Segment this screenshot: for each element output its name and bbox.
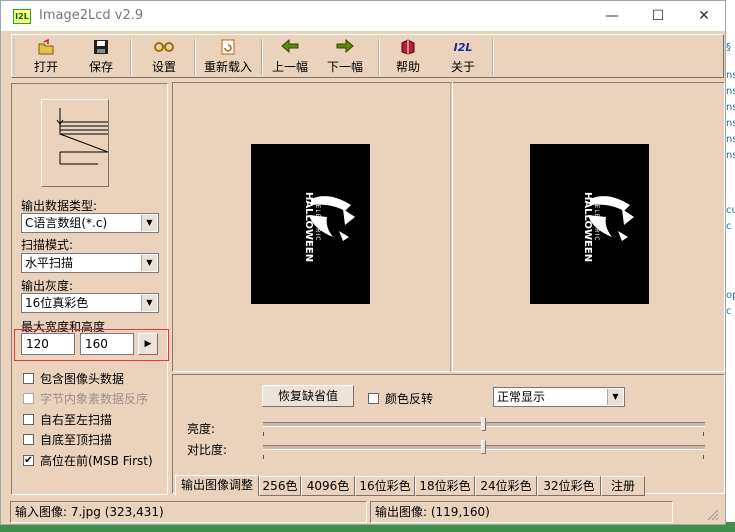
reload-icon <box>200 39 256 57</box>
contrast-slider-thumb[interactable] <box>481 440 486 454</box>
restore-defaults-button[interactable]: 恢复缺省值 <box>262 385 354 407</box>
prev-button[interactable]: 上一幅 <box>270 35 310 79</box>
display-mode-select[interactable]: 正常显示 ▼ <box>493 387 625 407</box>
save-button[interactable]: 保存 <box>81 35 121 79</box>
title-bar: I2L Image2Lcd v2.9 — ☐ ✕ <box>1 1 725 31</box>
brightness-label: 亮度: <box>187 422 216 436</box>
chevron-down-icon: ▼ <box>141 255 157 271</box>
chevron-down-icon: ▼ <box>607 389 623 405</box>
output-type-select[interactable]: C语言数组(*.c) ▼ <box>21 213 159 233</box>
toolbar-separator <box>261 39 263 75</box>
toolbar-separator <box>130 39 132 75</box>
output-type-label: 输出数据类型: <box>21 199 98 213</box>
brightness-slider-thumb[interactable] <box>481 417 486 431</box>
toolbar: 打开 保存 设置 重新载入 上一幅 下一幅 帮助 I2L 关于 <box>11 34 724 78</box>
toolbar-separator <box>194 39 196 75</box>
chevron-down-icon: ▼ <box>141 295 157 311</box>
about-logo-icon: I2L <box>453 41 473 54</box>
slider-tick <box>703 432 704 436</box>
toolbar-grip <box>13 39 15 75</box>
play-right-icon: ▶ <box>144 339 152 349</box>
option-checkbox-3[interactable] <box>23 434 34 445</box>
prev-label: 上一幅 <box>271 60 308 74</box>
scan-direction-preview <box>41 99 119 187</box>
chevron-down-icon: ▼ <box>141 215 157 231</box>
option-label-2: 自右至左扫描 <box>40 413 113 427</box>
app-icon: I2L <box>13 9 31 24</box>
about-label: 关于 <box>450 60 475 74</box>
reload-label: 重新载入 <box>203 60 252 74</box>
save-label: 保存 <box>88 60 113 74</box>
display-mode-value: 正常显示 <box>497 390 546 404</box>
help-label: 帮助 <box>395 60 420 74</box>
gray-label: 输出灰度: <box>21 279 74 293</box>
scan-pattern-icon <box>56 108 119 175</box>
pumpkin-face-icon <box>588 196 634 241</box>
next-label: 下一幅 <box>326 60 363 74</box>
option-label-4: 高位在前(MSB First) <box>40 454 153 468</box>
open-button[interactable]: 打开 <box>26 35 66 79</box>
scan-mode-select[interactable]: 水平扫描 ▼ <box>21 253 159 273</box>
arrow-left-icon <box>270 38 310 57</box>
option-checkbox-0[interactable] <box>23 373 34 384</box>
open-label: 打开 <box>33 60 58 74</box>
slider-tick <box>263 432 264 436</box>
tab-18bit-color[interactable]: 18位彩色 <box>415 476 475 496</box>
window-title: Image2Lcd v2.9 <box>39 8 144 23</box>
max-width-input[interactable]: 120 <box>21 333 75 355</box>
status-output-image: 输出图像: (119,160) <box>370 501 673 523</box>
option-checkbox-2[interactable] <box>23 414 34 425</box>
option-checkbox-1 <box>23 393 34 404</box>
gray-select[interactable]: 16位真彩色 ▼ <box>21 293 159 313</box>
preview-splitter[interactable] <box>450 82 453 372</box>
toolbar-separator <box>378 39 380 75</box>
resize-grip-icon[interactable] <box>705 507 719 521</box>
slider-tick <box>703 455 704 459</box>
output-image-preview: ELECTRIC HALLOWEEN <box>530 144 649 304</box>
invert-color-label: 颜色反转 <box>385 392 434 406</box>
tab-output-adjust[interactable]: 输出图像调整 <box>175 475 259 496</box>
help-button[interactable]: 帮助 <box>388 35 428 79</box>
glasses-icon <box>144 39 184 57</box>
option-label-0: 包含图像头数据 <box>40 372 125 386</box>
tab-24bit-color[interactable]: 24位彩色 <box>475 476 537 496</box>
output-type-value: C语言数组(*.c) <box>25 216 108 230</box>
scan-mode-value: 水平扫描 <box>25 256 74 270</box>
pumpkin-face-icon <box>309 196 355 241</box>
input-image-preview: ELECTRIC HALLOWEEN <box>251 144 370 304</box>
toolbar-separator <box>492 39 494 75</box>
apply-size-button[interactable]: ▶ <box>138 333 158 355</box>
option-label-3: 自底至顶扫描 <box>40 433 113 447</box>
close-button[interactable]: ✕ <box>681 1 727 31</box>
invert-color-checkbox[interactable] <box>368 393 379 404</box>
maximize-button[interactable]: ☐ <box>635 1 681 31</box>
tab-4096-colors[interactable]: 4096色 <box>301 476 355 496</box>
tab-register[interactable]: 注册 <box>601 476 645 496</box>
checkmark-icon: ✔ <box>24 455 33 466</box>
gray-value: 16位真彩色 <box>25 296 89 310</box>
settings-button[interactable]: 设置 <box>144 35 184 79</box>
help-book-icon <box>388 39 428 57</box>
reload-button[interactable]: 重新载入 <box>200 35 256 79</box>
background-window-strip: §nsnsnsnsnsnscucopc <box>726 0 735 532</box>
option-label-1: 字节内象素数据反序 <box>40 392 149 406</box>
max-height-input[interactable]: 160 <box>80 333 134 355</box>
scan-mode-label: 扫描模式: <box>21 238 74 252</box>
slider-tick <box>263 455 264 459</box>
tab-256-colors[interactable]: 256色 <box>259 476 301 496</box>
option-checkbox-4[interactable]: ✔ <box>23 455 34 466</box>
tab-32bit-color[interactable]: 32位彩色 <box>537 476 601 496</box>
next-button[interactable]: 下一幅 <box>325 35 365 79</box>
settings-label: 设置 <box>151 60 176 74</box>
floppy-icon <box>81 39 121 57</box>
status-input-image: 输入图像: 7.jpg (323,431) <box>10 501 367 523</box>
folder-open-icon <box>26 38 66 57</box>
contrast-label: 对比度: <box>187 443 228 457</box>
about-button[interactable]: I2L 关于 <box>443 35 483 79</box>
arrow-right-icon <box>325 38 365 57</box>
tab-16bit-color[interactable]: 16位彩色 <box>355 476 415 496</box>
minimize-button[interactable]: — <box>589 1 635 31</box>
app-window: I2L Image2Lcd v2.9 — ☐ ✕ 打开 保存 设置 重新载入 上… <box>0 0 726 525</box>
